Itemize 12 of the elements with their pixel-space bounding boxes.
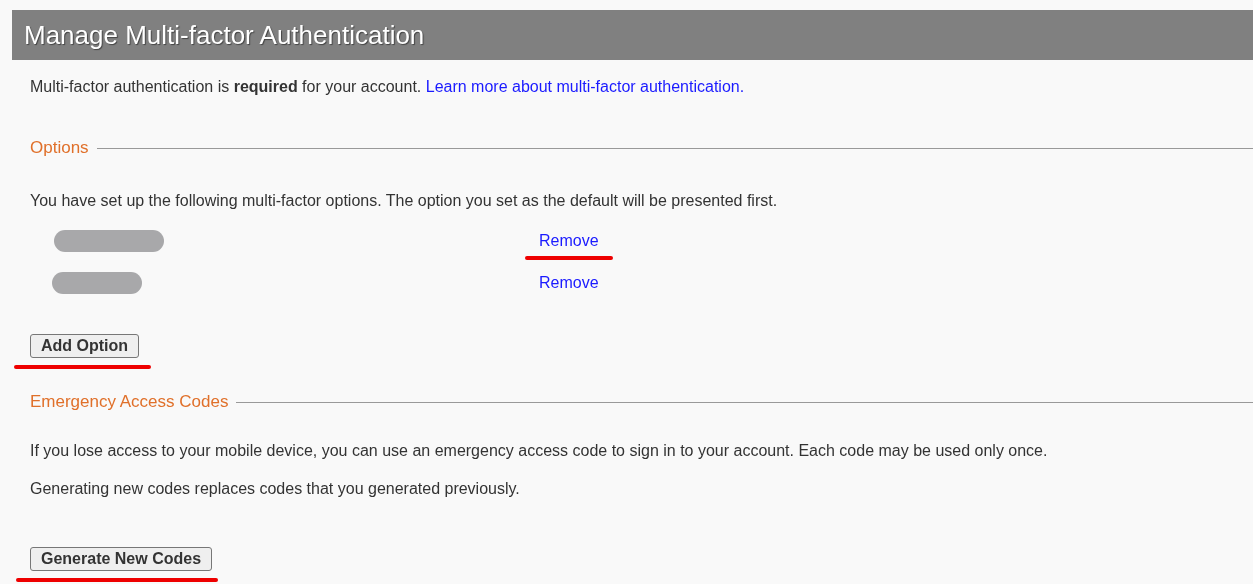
info-text: If you lose access to your mobile device, you can use an emergency access code to sign in to your account. Each code may be used only once. xyxy=(30,442,1049,461)
intro-text: Multi-factor authentication is required for your account. Learn more about multi-factor authentication. xyxy=(30,78,746,97)
section-heading: Emergency Access Codes xyxy=(30,392,229,412)
generate-codes-button[interactable]: Generate New Codes xyxy=(30,547,213,571)
remove-link[interactable]: Remove xyxy=(539,232,599,249)
options-description: You have set up the following multi-factor options. The option you set as the default will be presented first. xyxy=(30,192,779,210)
remove-link[interactable]: Remove xyxy=(539,274,599,291)
add-option-button[interactable]: Add Option xyxy=(30,334,140,358)
page-title: Manage Multi-factor Authentication xyxy=(24,19,425,51)
learn-more-link[interactable]: Learn more about multi-factor authentication. xyxy=(425,78,745,95)
info-text: Generating new codes replaces codes that you generated previously. xyxy=(30,480,521,499)
section-heading: Options xyxy=(30,138,89,158)
